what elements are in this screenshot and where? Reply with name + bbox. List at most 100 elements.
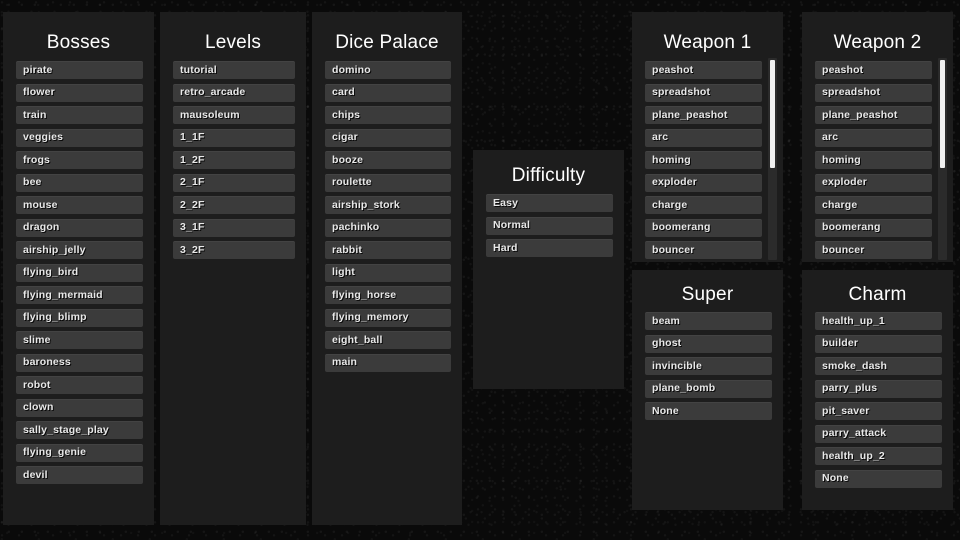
weapon-1-item-label: exploder [652, 176, 697, 189]
dice-palace-item[interactable]: main [325, 353, 451, 372]
weapon-2-item[interactable]: charge [815, 196, 932, 214]
dice-palace-item-label: chips [332, 108, 361, 121]
levels-item[interactable]: retro_arcade [173, 83, 295, 102]
weapon-1-item[interactable]: exploder [645, 173, 762, 192]
bosses-item[interactable]: flying_mermaid [16, 286, 143, 304]
charm-item[interactable]: health_up_2 [815, 447, 942, 465]
dice-palace-item[interactable]: chips [325, 106, 451, 124]
dice-palace-item-label: domino [332, 63, 371, 76]
difficulty-item[interactable]: Normal [486, 216, 613, 235]
dice-palace-item[interactable]: card [325, 83, 451, 102]
bosses-item[interactable]: mouse [16, 196, 143, 214]
levels-item[interactable]: 2_1F [173, 173, 295, 192]
scrollbar-thumb-weapon-2[interactable] [940, 60, 945, 168]
bosses-item[interactable]: airship_jelly [16, 241, 143, 259]
bosses-item[interactable]: clown [16, 398, 143, 417]
bosses-item[interactable]: flying_genie [16, 443, 143, 462]
bosses-item[interactable]: train [16, 106, 143, 124]
charm-item[interactable]: health_up_1 [815, 312, 942, 330]
bosses-item[interactable]: dragon [16, 218, 143, 237]
panel-dice-palace: Dice Palace domino card chips cigar booze rou… [312, 12, 462, 525]
levels-item[interactable]: 1_2F [173, 151, 295, 169]
difficulty-item[interactable]: Hard [486, 239, 613, 257]
bosses-item[interactable]: slime [16, 331, 143, 349]
dice-palace-item[interactable]: booze [325, 151, 451, 169]
bosses-item[interactable]: robot [16, 376, 143, 394]
bosses-item[interactable]: bee [16, 173, 143, 192]
levels-item[interactable]: mausoleum [173, 106, 295, 124]
bosses-item[interactable]: pirate [16, 61, 143, 79]
super-item[interactable]: ghost [645, 334, 772, 353]
weapon-1-item[interactable]: plane_peashot [645, 106, 762, 124]
bosses-item-label: pirate [23, 63, 53, 76]
dice-palace-item[interactable]: roulette [325, 173, 451, 192]
bosses-item[interactable]: flying_blimp [16, 308, 143, 327]
levels-item[interactable]: 2_2F [173, 196, 295, 214]
charm-item[interactable]: pit_saver [815, 402, 942, 420]
weapon-2-item[interactable]: peashot [815, 61, 932, 79]
bosses-item[interactable]: flower [16, 83, 143, 102]
weapon-1-item[interactable]: homing [645, 151, 762, 169]
dice-palace-item[interactable]: domino [325, 61, 451, 79]
super-item[interactable]: None [645, 402, 772, 420]
super-item-label: None [652, 404, 679, 417]
levels-item[interactable]: 3_1F [173, 218, 295, 237]
weapon-2-item[interactable]: exploder [815, 173, 932, 192]
charm-item[interactable]: smoke_dash [815, 357, 942, 375]
levels-item-label: 3_1F [180, 221, 205, 234]
super-item[interactable]: plane_bomb [645, 379, 772, 398]
bosses-item[interactable]: baroness [16, 353, 143, 372]
scrollbar-weapon-2[interactable] [938, 58, 947, 260]
dice-palace-item[interactable]: flying_memory [325, 308, 451, 327]
weapon-2-item[interactable]: homing [815, 151, 932, 169]
dice-palace-item[interactable]: cigar [325, 128, 451, 147]
panel-title-difficulty: Difficulty [511, 165, 586, 186]
list-bosses: pirate flower train veggies frogs bee mouse dra… [16, 61, 143, 489]
weapon-2-item[interactable]: spreadshot [815, 83, 932, 102]
charm-item[interactable]: None [815, 469, 942, 488]
panel-weapon-1: Weapon 1 peashot spreadshot plane_peashot a… [632, 12, 783, 262]
dice-palace-item[interactable]: airship_stork [325, 196, 451, 214]
weapon-2-item[interactable]: boomerang [815, 218, 932, 237]
weapon-1-item[interactable]: boomerang [645, 218, 762, 237]
weapon-1-item[interactable]: spreadshot [645, 83, 762, 102]
panel-weapon-2: Weapon 2 peashot spreadshot plane_peashot a… [802, 12, 953, 262]
super-item[interactable]: beam [645, 312, 772, 330]
panel-difficulty: Difficulty Easy Normal Hard [473, 150, 624, 389]
scrollbar-thumb-weapon-1[interactable] [770, 60, 775, 168]
bosses-item[interactable]: sally_stage_play [16, 421, 143, 439]
dice-palace-item[interactable]: pachinko [325, 218, 451, 237]
weapon-1-item[interactable]: arc [645, 128, 762, 147]
levels-item[interactable]: 3_2F [173, 241, 295, 259]
charm-item[interactable]: builder [815, 334, 942, 353]
weapon-1-item[interactable]: charge [645, 196, 762, 214]
bosses-item-label: slime [23, 333, 51, 346]
weapon-1-item-label: spreadshot [652, 86, 711, 99]
bosses-item[interactable]: flying_bird [16, 263, 143, 282]
scrollbar-weapon-1[interactable] [768, 58, 777, 260]
weapon-1-item[interactable]: bouncer [645, 241, 762, 259]
weapon-2-item-label: arc [822, 131, 839, 144]
charm-item[interactable]: parry_plus [815, 379, 942, 398]
dice-palace-item-label: airship_stork [332, 198, 400, 211]
dice-palace-item[interactable]: flying_horse [325, 286, 451, 304]
dice-palace-item[interactable]: rabbit [325, 241, 451, 259]
bosses-item[interactable]: veggies [16, 128, 143, 147]
super-item[interactable]: invincible [645, 357, 772, 375]
dice-palace-item[interactable]: light [325, 263, 451, 282]
bosses-item[interactable]: devil [16, 466, 143, 484]
dice-palace-item-label: main [332, 356, 358, 369]
charm-item[interactable]: parry_attack [815, 424, 942, 443]
levels-item[interactable]: tutorial [173, 61, 295, 79]
weapon-2-item[interactable]: bouncer [815, 241, 932, 259]
bosses-item-label: sally_stage_play [23, 423, 109, 436]
dice-palace-item[interactable]: eight_ball [325, 331, 451, 349]
weapon-1-item[interactable]: peashot [645, 61, 762, 79]
difficulty-item[interactable]: Easy [486, 194, 613, 212]
bosses-item[interactable]: frogs [16, 151, 143, 169]
weapon-2-item[interactable]: plane_peashot [815, 106, 932, 124]
weapon-2-item[interactable]: arc [815, 128, 932, 147]
dice-palace-item-label: flying_horse [332, 288, 397, 301]
bosses-item-label: train [23, 108, 47, 121]
levels-item[interactable]: 1_1F [173, 128, 295, 147]
